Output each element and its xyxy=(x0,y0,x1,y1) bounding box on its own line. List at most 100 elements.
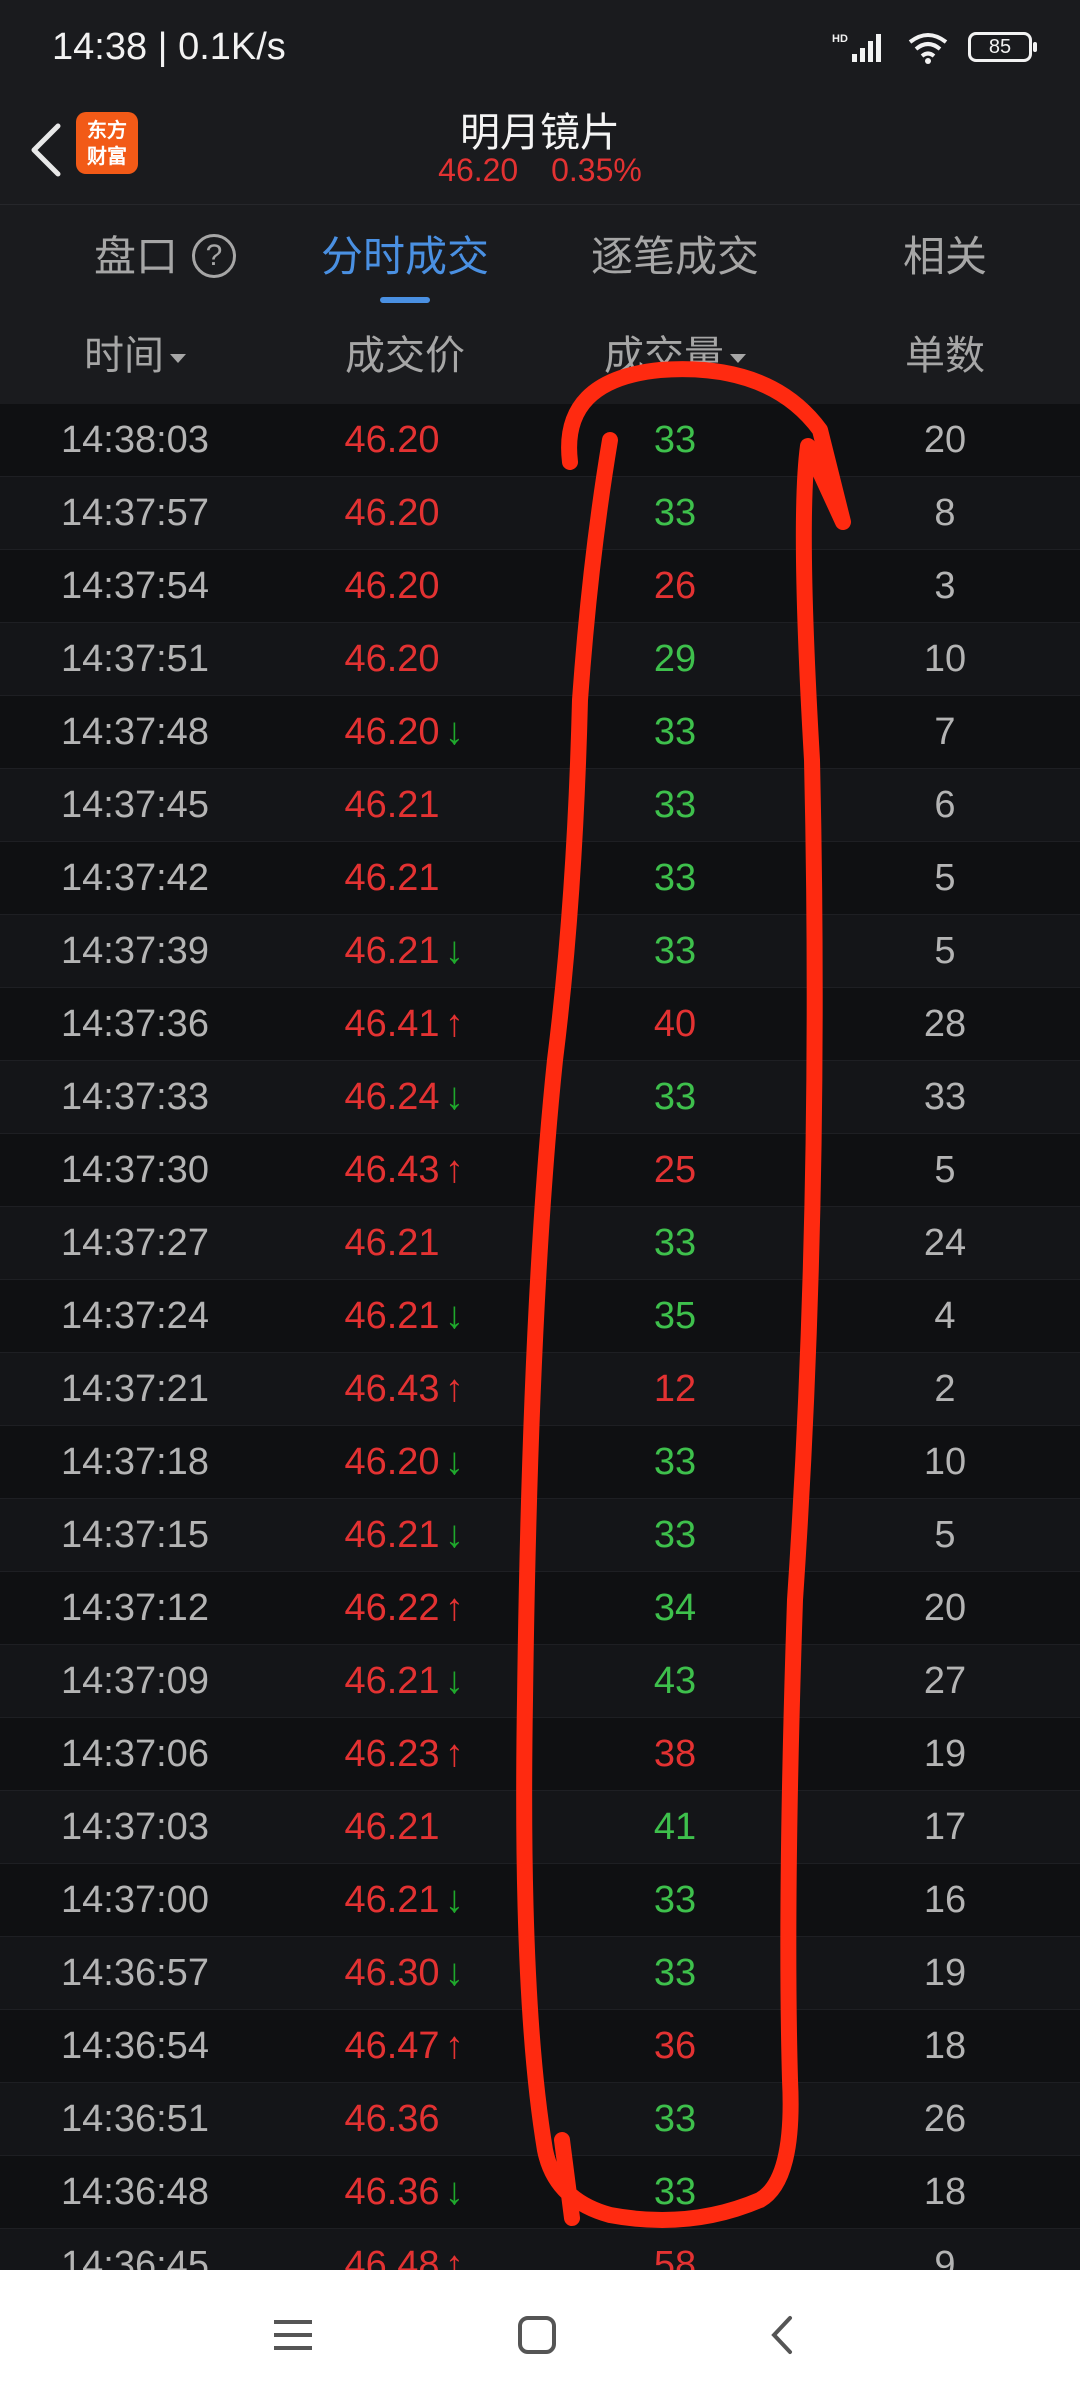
table-header: 时间 成交价 成交量 单数 xyxy=(0,308,1080,404)
arrow-up-icon: ↑ xyxy=(445,1587,465,1629)
trade-row[interactable]: 14:36:54 46.47 ↑ 36 18 xyxy=(0,2010,1080,2083)
status-bar: 14:38 | 0.1K/s HD 85 xyxy=(0,0,1080,100)
trade-price: 46.21 xyxy=(344,1514,440,1556)
app-logo[interactable]: 东方 财富 xyxy=(76,112,138,174)
trade-price-cell: 46.47 ↑ xyxy=(270,2010,540,2082)
trade-row[interactable]: 14:37:00 46.21 ↓ 33 16 xyxy=(0,1864,1080,1937)
trade-row[interactable]: 14:36:57 46.30 ↓ 33 19 xyxy=(0,1937,1080,2010)
menu-icon xyxy=(274,2320,312,2350)
trade-row[interactable]: 14:37:15 46.21 ↓ 33 5 xyxy=(0,1499,1080,1572)
trade-volume: 41 xyxy=(653,1806,697,1848)
tab-xiangguan[interactable]: 相关 xyxy=(850,205,1040,309)
trade-price: 46.20 xyxy=(344,492,440,534)
trade-row[interactable]: 14:37:42 46.21 33 5 xyxy=(0,842,1080,915)
trade-row[interactable]: 14:37:51 46.20 29 10 xyxy=(0,623,1080,696)
tab-label: 分时成交 xyxy=(320,233,489,280)
trade-count: 18 xyxy=(923,2025,967,2067)
trade-count: 8 xyxy=(934,492,956,534)
help-icon[interactable]: ? xyxy=(192,233,236,278)
trade-row[interactable]: 14:37:24 46.21 ↓ 35 4 xyxy=(0,1280,1080,1353)
trade-time: 14:37:57 xyxy=(61,492,209,534)
nav-home-button[interactable] xyxy=(497,2300,577,2370)
trade-row[interactable]: 14:37:36 46.41 ↑ 40 28 xyxy=(0,988,1080,1061)
trade-time: 14:37:12 xyxy=(61,1587,209,1629)
trade-row[interactable]: 14:37:09 46.21 ↓ 43 27 xyxy=(0,1645,1080,1718)
trade-row[interactable]: 14:38:03 46.20 33 20 xyxy=(0,404,1080,477)
trade-count: 33 xyxy=(923,1076,967,1118)
trade-time: 14:37:27 xyxy=(61,1222,209,1264)
trade-row[interactable]: 14:37:45 46.21 33 6 xyxy=(0,769,1080,842)
trade-count: 5 xyxy=(934,1149,956,1191)
stock-price: 46.20 xyxy=(438,152,519,188)
trade-row[interactable]: 14:37:54 46.20 26 3 xyxy=(0,550,1080,623)
trade-row[interactable]: 14:36:51 46.36 33 26 xyxy=(0,2083,1080,2156)
trade-time: 14:37:18 xyxy=(61,1441,209,1483)
trade-time: 14:37:51 xyxy=(61,638,209,680)
status-icons: HD 85 xyxy=(832,30,1037,64)
trade-row[interactable]: 14:37:48 46.20 ↓ 33 7 xyxy=(0,696,1080,769)
sort-caret-icon xyxy=(170,353,186,363)
trade-row[interactable]: 14:36:45 46.48 ↑ 58 9 xyxy=(0,2229,1080,2270)
trade-list[interactable]: 14:38:03 46.20 33 20 14:37:57 46.20 33 8 14:37:5… xyxy=(0,404,1080,2270)
trade-price-cell: 46.20 xyxy=(270,623,540,695)
column-header-time[interactable]: 时间 xyxy=(0,308,270,404)
tab-fenshi-chengjiao[interactable]: 分时成交 xyxy=(290,205,520,309)
battery-indicator: 85 xyxy=(968,32,1037,62)
trade-price-cell: 46.22 ↑ xyxy=(270,1572,540,1644)
trade-time: 14:37:54 xyxy=(61,565,209,607)
trade-row[interactable]: 14:37:39 46.21 ↓ 33 5 xyxy=(0,915,1080,988)
trade-row[interactable]: 14:37:30 46.43 ↑ 25 5 xyxy=(0,1134,1080,1207)
arrow-down-icon: ↓ xyxy=(445,930,465,972)
tab-label: 盘口 xyxy=(93,233,178,280)
tab-pankou[interactable]: 盘口? xyxy=(40,205,290,309)
trade-volume: 38 xyxy=(653,1733,697,1775)
trade-row[interactable]: 14:37:27 46.21 33 24 xyxy=(0,1207,1080,1280)
trade-count: 19 xyxy=(923,1733,967,1775)
trade-price: 46.20 xyxy=(344,565,440,607)
trade-price: 46.48 xyxy=(344,2244,440,2270)
trade-row[interactable]: 14:37:57 46.20 33 8 xyxy=(0,477,1080,550)
trade-row[interactable]: 14:37:12 46.22 ↑ 34 20 xyxy=(0,1572,1080,1645)
trade-price-cell: 46.21 ↓ xyxy=(270,1280,540,1352)
trade-volume: 33 xyxy=(653,857,697,899)
trade-time: 14:36:48 xyxy=(61,2171,209,2213)
trade-row[interactable]: 14:37:18 46.20 ↓ 33 10 xyxy=(0,1426,1080,1499)
trade-row[interactable]: 14:37:33 46.24 ↓ 33 33 xyxy=(0,1061,1080,1134)
trade-time: 14:37:15 xyxy=(61,1514,209,1556)
trade-row[interactable]: 14:37:03 46.21 41 17 xyxy=(0,1791,1080,1864)
trade-count: 3 xyxy=(934,565,956,607)
arrow-up-icon: ↑ xyxy=(445,2025,465,2067)
trade-count: 6 xyxy=(934,784,956,826)
column-header-volume[interactable]: 成交量 xyxy=(540,308,810,404)
trade-row[interactable]: 14:36:48 46.36 ↓ 33 18 xyxy=(0,2156,1080,2229)
arrow-up-icon: ↑ xyxy=(445,1733,465,1775)
trade-price: 46.30 xyxy=(344,1952,440,1994)
trade-count: 18 xyxy=(923,2171,967,2213)
stock-quote: 46.20 0.35% xyxy=(0,152,1080,189)
trade-price-cell: 46.41 ↑ xyxy=(270,988,540,1060)
trade-price-cell: 46.21 ↓ xyxy=(270,915,540,987)
trade-price: 46.21 xyxy=(344,1879,440,1921)
nav-menu-button[interactable] xyxy=(253,2300,333,2370)
trade-volume: 12 xyxy=(653,1368,697,1410)
trade-time: 14:37:45 xyxy=(61,784,209,826)
trade-price-cell: 46.43 ↑ xyxy=(270,1353,540,1425)
tab-zhubi-chengjiao[interactable]: 逐笔成交 xyxy=(560,205,790,309)
trade-price: 46.22 xyxy=(344,1587,440,1629)
trade-price-cell: 46.23 ↑ xyxy=(270,1718,540,1790)
back-button[interactable] xyxy=(14,110,78,190)
trade-time: 14:37:24 xyxy=(61,1295,209,1337)
trade-count: 16 xyxy=(923,1879,967,1921)
arrow-down-icon: ↓ xyxy=(445,2171,465,2213)
trade-price: 46.23 xyxy=(344,1733,440,1775)
trade-time: 14:37:42 xyxy=(61,857,209,899)
nav-back-button[interactable] xyxy=(742,2300,822,2370)
trade-volume: 33 xyxy=(653,1514,697,1556)
trade-row[interactable]: 14:37:21 46.43 ↑ 12 2 xyxy=(0,1353,1080,1426)
trade-time: 14:37:09 xyxy=(61,1660,209,1702)
trade-price-cell: 46.30 ↓ xyxy=(270,1937,540,2009)
trade-count: 28 xyxy=(923,1003,967,1045)
trade-row[interactable]: 14:37:06 46.23 ↑ 38 19 xyxy=(0,1718,1080,1791)
tab-label: 逐笔成交 xyxy=(590,233,759,280)
trade-count: 9 xyxy=(934,2244,956,2270)
